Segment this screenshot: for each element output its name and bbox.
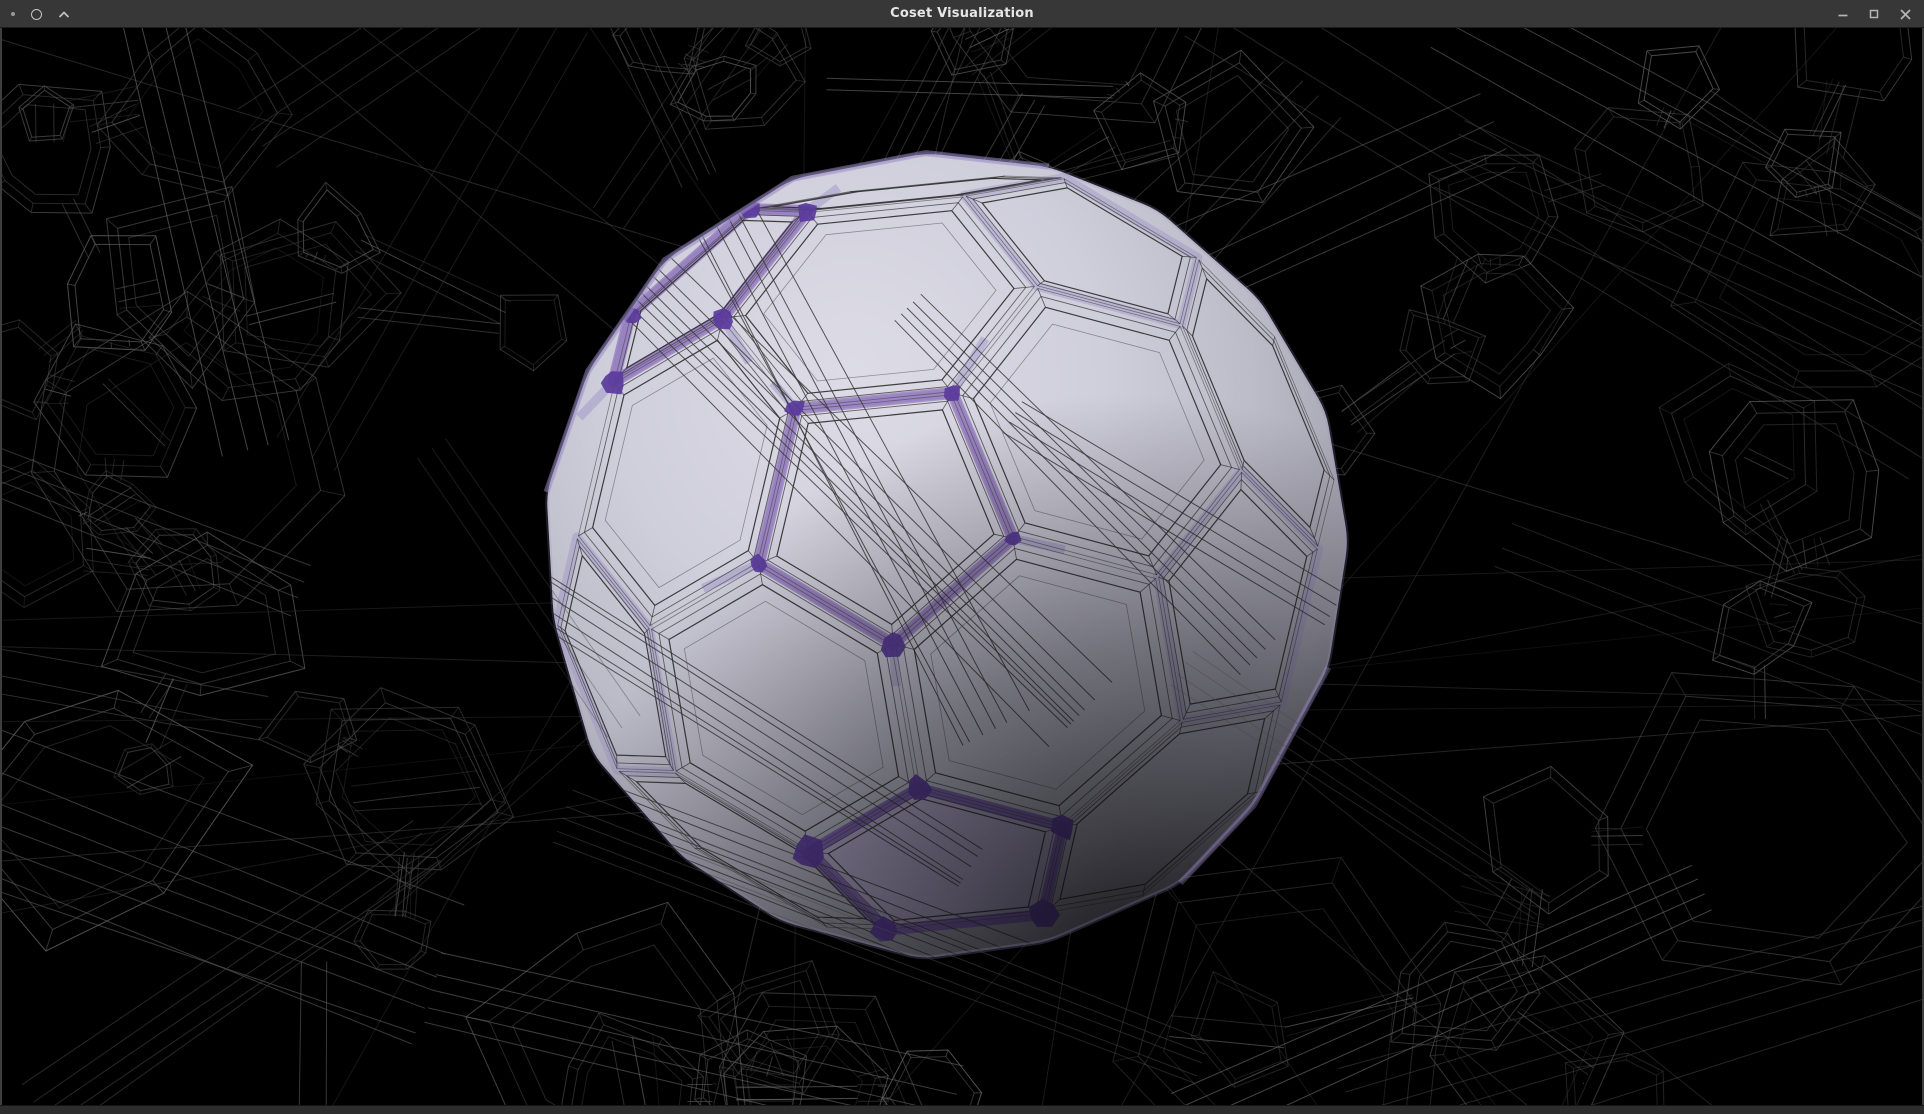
maximize-button[interactable] (1868, 8, 1880, 20)
bottom-border (0, 1105, 1924, 1114)
3d-viewport[interactable] (0, 28, 1924, 1105)
coset-sphere (489, 153, 1347, 1053)
window-title: Coset Visualization (890, 6, 1034, 21)
app-dot-icon (11, 12, 15, 16)
record-circle-icon[interactable] (31, 9, 42, 20)
titlebar[interactable]: Coset Visualization (0, 0, 1924, 28)
minimize-button[interactable] (1837, 8, 1849, 20)
caret-up-icon[interactable] (58, 10, 70, 19)
coset-scene-canvas[interactable] (2, 28, 1922, 1105)
close-button[interactable] (1899, 8, 1912, 21)
